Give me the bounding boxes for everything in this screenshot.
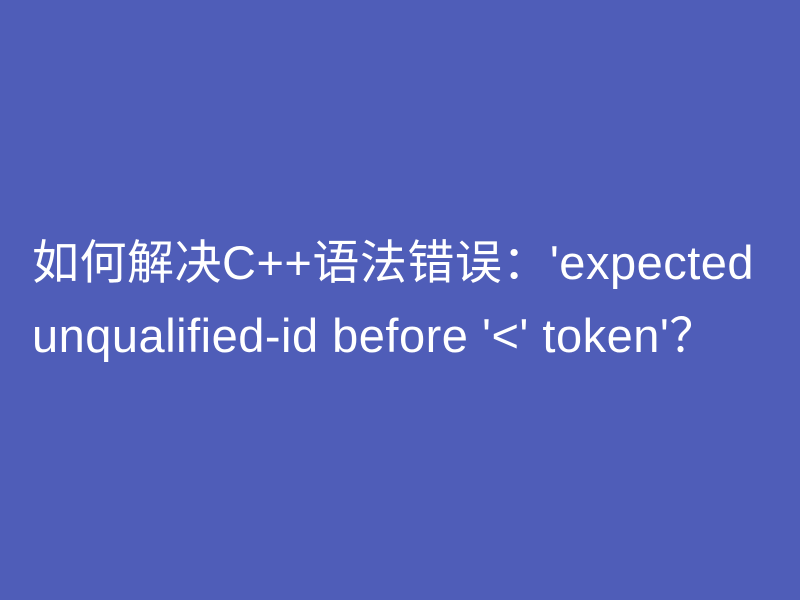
heading-text: 如何解决C++语法错误：'expected unqualified-id bef…	[32, 227, 768, 373]
